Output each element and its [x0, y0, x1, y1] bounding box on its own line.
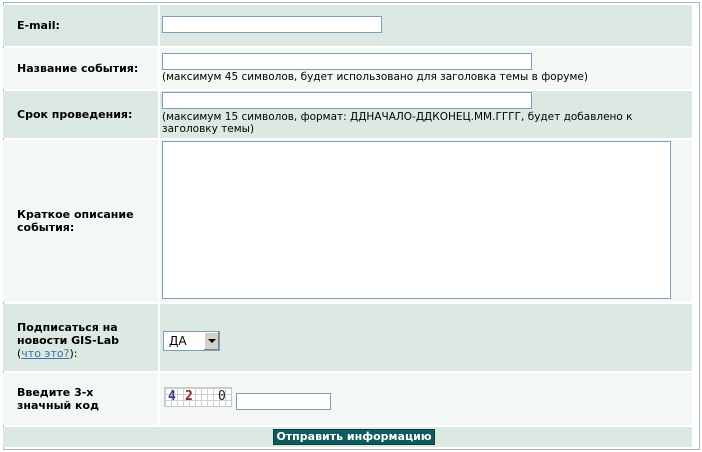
event-name-label: Название события: — [17, 62, 139, 75]
captcha-field[interactable] — [236, 393, 331, 410]
event-period-hint: (максимум 15 символов, формат: ДДНАЧАЛО-… — [162, 111, 633, 135]
captcha-digit-1: 4 — [168, 389, 176, 404]
submit-row: Отправить информацию — [3, 427, 692, 447]
subscribe-select[interactable]: ДА — [163, 331, 220, 351]
subscribe-selected-value: ДА — [169, 334, 187, 348]
event-name-hint: (максимум 45 символов, будет использован… — [162, 71, 588, 83]
captcha-label: Введите 3-х значный код — [17, 386, 99, 412]
what-is-this-link[interactable]: что это? — [21, 347, 69, 360]
submit-button[interactable]: Отправить информацию — [273, 429, 435, 445]
description-label: Краткое описание события: — [17, 208, 134, 234]
description-label-cell: Краткое описание события: — [3, 140, 158, 302]
event-period-input-cell: (максимум 15 символов, формат: ДДНАЧАЛО-… — [160, 91, 692, 138]
email-input-cell — [160, 5, 692, 46]
subscribe-row: Подписаться на новости GIS-Lab (что это?… — [3, 304, 692, 371]
description-row: Краткое описание события: — [3, 140, 692, 302]
event-period-label-cell: Срок проведения: — [3, 91, 158, 138]
chevron-down-icon — [208, 339, 216, 343]
event-name-input-cell: (максимум 45 символов, будет использован… — [160, 48, 692, 89]
subscribe-label-cell: Подписаться на новости GIS-Lab (что это?… — [3, 304, 158, 371]
event-period-row: Срок проведения: (максимум 15 символов, … — [3, 91, 692, 138]
captcha-row: Введите 3-х значный код 4 2 0 — [3, 373, 692, 425]
event-period-label: Срок проведения: — [17, 108, 133, 121]
email-label-cell: E-mail: — [3, 5, 158, 46]
captcha-image: 4 2 0 — [164, 387, 232, 407]
dropdown-button[interactable] — [203, 332, 219, 350]
captcha-digit-2: 2 — [185, 389, 193, 404]
event-name-row: Название события: (максимум 45 символов,… — [3, 48, 692, 89]
captcha-input-cell: 4 2 0 — [160, 373, 692, 425]
email-row: E-mail: — [3, 5, 692, 46]
captcha-label-cell: Введите 3-х значный код — [3, 373, 158, 425]
subscribe-help: (что это?): — [17, 347, 158, 360]
email-field[interactable] — [162, 16, 382, 33]
description-input-cell — [160, 140, 692, 302]
description-textarea[interactable] — [162, 141, 671, 299]
event-period-field[interactable] — [162, 92, 532, 109]
event-name-field[interactable] — [162, 53, 532, 70]
email-label: E-mail: — [17, 19, 60, 32]
subscribe-help-suffix: ): — [69, 347, 78, 360]
event-name-label-cell: Название события: — [3, 48, 158, 89]
captcha-digit-3: 0 — [218, 389, 226, 404]
subscribe-select-cell: ДА — [160, 304, 692, 371]
subscribe-label: Подписаться на новости GIS-Lab — [17, 321, 120, 347]
